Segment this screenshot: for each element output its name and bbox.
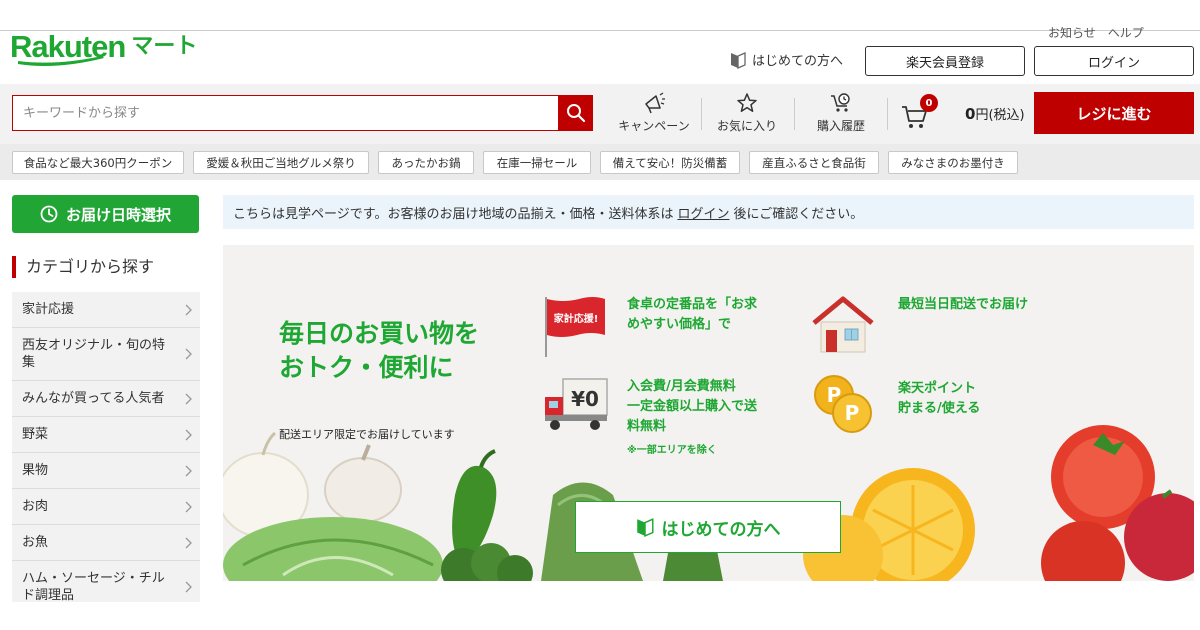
search-input[interactable] xyxy=(12,95,560,131)
cart-button[interactable]: 0 xyxy=(898,94,938,132)
category-item-label: 果物 xyxy=(22,463,49,478)
feature-text-line: 料無料 xyxy=(627,419,667,434)
feature-text-line: 貯まる/使える xyxy=(898,401,981,416)
hero-banner: 毎日のお買い物を おトク・便利に 配送エリア限定でお届けしています 家計応援! … xyxy=(223,245,1194,581)
category-item-label: お肉 xyxy=(22,499,49,514)
chevron-right-icon xyxy=(185,393,192,404)
category-item[interactable]: お肉 xyxy=(12,489,200,525)
first-time-link[interactable]: はじめての方へ xyxy=(730,50,843,69)
category-item-label: ハム・ソーセージ・チルド調理品 xyxy=(22,571,165,602)
cart-amount: 0 xyxy=(965,105,976,123)
tag-coupon[interactable]: 食品など最大360円クーポン xyxy=(12,151,184,174)
feature-text-line: めやすい価格」で xyxy=(627,317,732,332)
feature-text-line: 一定金額以上購入で送 xyxy=(627,399,758,414)
nav-campaign[interactable]: キャンペーン xyxy=(607,92,701,136)
star-icon xyxy=(737,93,757,112)
svg-text:¥0: ¥0 xyxy=(571,387,599,411)
chevron-right-icon xyxy=(185,537,192,548)
nav-favorites[interactable]: お気に入り xyxy=(700,92,794,136)
chevron-right-icon xyxy=(185,429,192,440)
tag-osumitsuki[interactable]: みなさまのお墨付き xyxy=(888,151,1018,174)
page: お知らせ ヘルプ Rakuten マート はじめての方へ 楽天会員登録 ログイン… xyxy=(0,0,1200,630)
chevron-right-icon xyxy=(185,348,192,360)
hero-headline-line1: 毎日のお買い物を xyxy=(279,319,480,348)
category-item-label: お魚 xyxy=(22,535,49,550)
chevron-right-icon xyxy=(185,465,192,476)
logo-suffix: マート xyxy=(131,34,198,59)
svg-text:P: P xyxy=(845,401,860,425)
notice-text-after: 後にご確認ください。 xyxy=(733,206,864,222)
category-item[interactable]: ハム・ソーセージ・チルド調理品 xyxy=(12,561,200,602)
category-heading: カテゴリから探す xyxy=(12,256,154,278)
campaign-flag-icon: 家計応援! xyxy=(545,297,605,357)
hero-first-time-button[interactable]: はじめての方へ xyxy=(575,501,841,553)
first-time-link-label: はじめての方へ xyxy=(752,54,844,69)
nav-history-label: 購入履歴 xyxy=(816,119,865,133)
tag-furusato[interactable]: 産直ふるさと食品街 xyxy=(749,151,879,174)
delivery-area-note: 配送エリア限定でお届けしています xyxy=(279,428,455,441)
category-item[interactable]: 果物 xyxy=(12,453,200,489)
logo-swoosh-icon xyxy=(18,56,104,66)
tag-local-gourmet[interactable]: 愛媛＆秋田ご当地グルメ祭り xyxy=(193,151,369,174)
beginner-mark-icon xyxy=(636,518,653,537)
feature-footnote: ※一部エリアを除く xyxy=(627,445,717,456)
category-item[interactable]: 家計応援 xyxy=(12,292,200,328)
feature-text-line: 楽天ポイント xyxy=(898,381,977,396)
tag-hotpot[interactable]: あったかお鍋 xyxy=(378,151,474,174)
hero-cta-label: はじめての方へ xyxy=(661,519,781,539)
feature-low-price: 家計応援! 食卓の定番品を「お求 めやすい価格」で xyxy=(543,295,757,359)
delivery-time-button[interactable]: お届け日時選択 xyxy=(12,195,199,233)
nav-divider xyxy=(887,98,888,130)
category-item[interactable]: 野菜 xyxy=(12,417,200,453)
chevron-right-icon xyxy=(185,501,192,512)
cart-unit: 円(税込) xyxy=(975,108,1025,123)
tag-clearance-sale[interactable]: 在庫一掃セール xyxy=(483,151,591,174)
notice-login-link[interactable]: ログイン xyxy=(677,203,729,222)
search-icon xyxy=(566,104,585,123)
cart-count-badge: 0 xyxy=(920,94,938,112)
category-item[interactable]: お魚 xyxy=(12,525,200,561)
checkout-button[interactable]: レジに進む xyxy=(1034,92,1194,134)
feature-rakuten-points: P P 楽天ポイント 貯まる/使える xyxy=(812,373,980,435)
nav-history[interactable]: 購入履歴 xyxy=(794,92,888,136)
category-item[interactable]: 西友オリジナル・旬の特集 xyxy=(12,328,200,381)
truck-icon: ¥0 xyxy=(545,378,608,430)
svg-text:家計応援!: 家計応援! xyxy=(554,312,599,325)
category-item-label: 野菜 xyxy=(22,427,49,442)
cart-total: 0円(税込) xyxy=(965,104,1025,123)
preview-notice: こちらは見学ページです。お客様のお届け地域の品揃え・価格・送料体系は ログイン … xyxy=(223,195,1194,229)
category-item-label: 家計応援 xyxy=(22,302,75,317)
notice-text-before: こちらは見学ページです。お客様のお届け地域の品揃え・価格・送料体系は xyxy=(233,206,674,222)
nav-favorites-label: お気に入り xyxy=(716,119,777,133)
house-icon xyxy=(812,296,874,353)
rakuten-mart-logo[interactable]: Rakuten マート xyxy=(10,30,197,70)
hero-headline-line2: おトク・便利に xyxy=(279,353,454,382)
points-coin-icon: P P xyxy=(814,375,872,433)
chevron-right-icon xyxy=(185,304,192,315)
chevron-right-icon xyxy=(185,581,192,593)
feature-text-block: 入会費/月会費無料 一定金額以上購入で送 料無料 ※一部エリアを除く xyxy=(627,377,757,456)
feature-text-line: 最短当日配送でお届け xyxy=(898,297,1029,312)
tag-disaster-supplies[interactable]: 備えて安心！防災備蓄 xyxy=(600,151,740,174)
nav-campaign-label: キャンペーン xyxy=(618,119,690,133)
feature-same-day: 最短当日配送でお届け xyxy=(812,295,1028,355)
search-button[interactable] xyxy=(558,95,593,131)
feature-text-line: 入会費/月会費無料 xyxy=(627,379,736,394)
feature-text-line: 食卓の定番品を「お求 xyxy=(627,297,758,312)
register-button[interactable]: 楽天会員登録 xyxy=(865,46,1025,76)
purchase-history-icon xyxy=(831,93,850,112)
top-utility-links[interactable]: お知らせ ヘルプ xyxy=(1048,24,1144,41)
megaphone-icon xyxy=(645,92,665,114)
login-button[interactable]: ログイン xyxy=(1034,46,1194,76)
feature-free-membership: ¥0 入会費/月会費無料 一定金額以上購入で送 料無料 ※一部エリアを除く xyxy=(543,377,757,456)
beginner-mark-icon xyxy=(731,51,746,69)
category-item-label: 西友オリジナル・旬の特集 xyxy=(22,338,166,370)
clock-icon xyxy=(40,205,58,223)
category-item[interactable]: みんなが買ってる人気者 xyxy=(12,381,200,417)
category-list: 家計応援 西友オリジナル・旬の特集 みんなが買ってる人気者 野菜 果物 お肉 お… xyxy=(12,292,200,602)
category-item-label: みんなが買ってる人気者 xyxy=(22,391,165,406)
hero-headline: 毎日のお買い物を おトク・便利に xyxy=(279,317,479,385)
delivery-time-label: お届け日時選択 xyxy=(65,206,171,224)
